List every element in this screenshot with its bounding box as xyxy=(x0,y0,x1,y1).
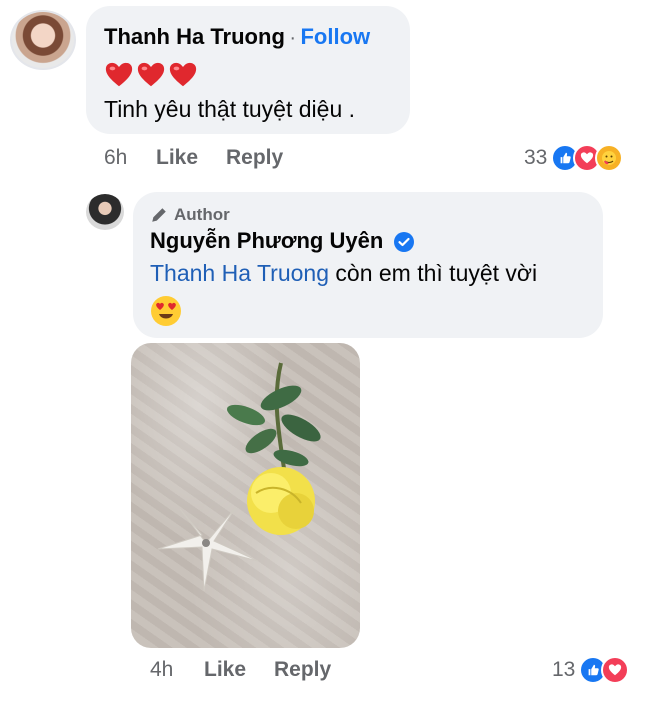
like-button[interactable]: Like xyxy=(156,146,198,170)
separator: · xyxy=(289,27,297,49)
avatar[interactable] xyxy=(10,10,76,70)
verified-badge-icon xyxy=(393,231,414,252)
attached-photo[interactable] xyxy=(131,343,360,648)
rose-starfish-illustration xyxy=(157,362,321,592)
hearts-emoji-row xyxy=(104,60,198,90)
avatar[interactable] xyxy=(86,194,124,230)
like-button[interactable]: Like xyxy=(204,658,246,682)
mention-link[interactable]: Thanh Ha Truong xyxy=(150,260,329,286)
reply-button[interactable]: Reply xyxy=(274,658,331,682)
heart-icon xyxy=(137,62,165,87)
follow-button[interactable]: Follow xyxy=(300,24,370,49)
reaction-summary[interactable]: 13 xyxy=(552,656,630,684)
reaction-summary[interactable]: 33 xyxy=(524,144,624,172)
comment-text: Tinh yêu thật tuyệt diệu . xyxy=(104,96,356,122)
heart-icon xyxy=(105,62,133,87)
reply-timestamp[interactable]: 4h xyxy=(150,658,173,682)
reaction-count: 33 xyxy=(524,146,548,169)
reaction-count: 13 xyxy=(552,658,576,681)
heart-icon xyxy=(169,62,197,87)
comment-timestamp[interactable]: 6h xyxy=(104,146,127,170)
reply-text-body: còn em thì tuyệt vời xyxy=(329,260,538,286)
reply-text: Thanh Ha Truong còn em thì tuyệt vời xyxy=(150,260,537,287)
care-reaction-icon xyxy=(595,144,624,172)
reply-header: Nguyễn Phương Uyên xyxy=(150,228,414,254)
reply-author[interactable]: Nguyễn Phương Uyên xyxy=(150,228,383,253)
reply-button[interactable]: Reply xyxy=(226,146,283,170)
heart-eyes-emoji-icon xyxy=(151,296,181,326)
author-badge-label: Author xyxy=(174,205,230,224)
author-badge: Author xyxy=(150,205,230,225)
love-reaction-icon xyxy=(601,656,630,684)
comment-header: Thanh Ha Truong · Follow xyxy=(104,24,370,50)
pencil-icon xyxy=(152,208,166,222)
comment-author[interactable]: Thanh Ha Truong xyxy=(104,24,285,49)
